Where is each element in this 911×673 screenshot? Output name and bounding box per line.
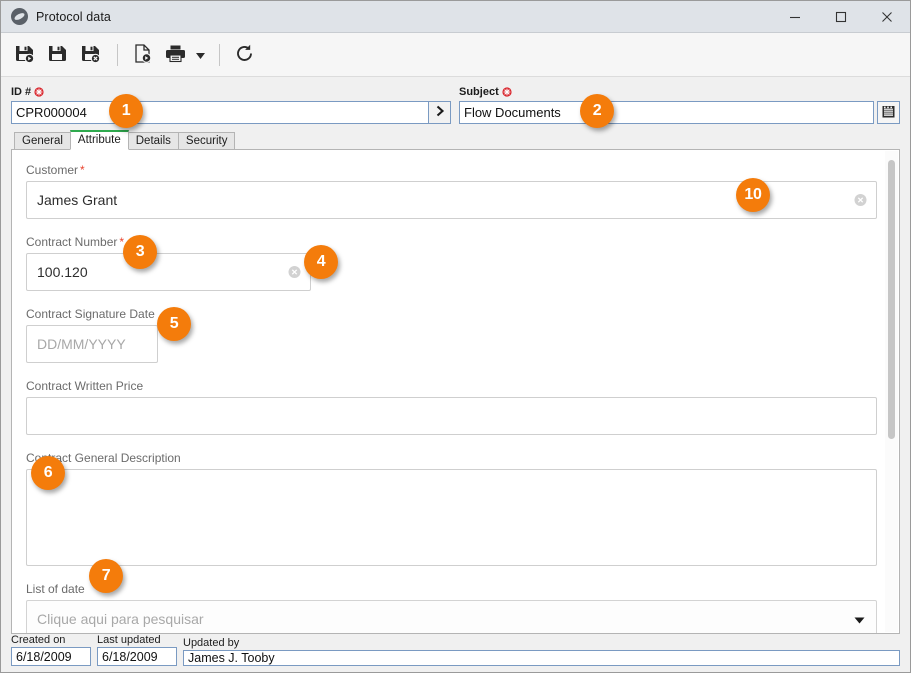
attribute-tab-panel: Customer * James Grant Contract Number *… xyxy=(11,149,900,634)
tab-security[interactable]: Security xyxy=(177,132,236,150)
header-fields-row: ID # CPR000004 Subject Flow Documents xyxy=(11,85,900,124)
print-button[interactable] xyxy=(160,40,190,70)
updated-by-field: Updated by James J. Tooby xyxy=(183,637,900,666)
contract-number-input[interactable]: 100.120 xyxy=(26,253,311,291)
protocol-data-window: Protocol data ID # CPR000004 Subject Flo… xyxy=(0,0,911,673)
notepad-icon xyxy=(881,104,896,122)
tab-strip: General Attribute Details Security xyxy=(11,130,900,150)
updated-by-label: Updated by xyxy=(183,637,240,649)
id-input-group xyxy=(11,101,451,124)
toolbar-separator-2 xyxy=(219,43,220,66)
save-and-new-button[interactable] xyxy=(9,40,39,70)
close-icon[interactable] xyxy=(864,1,910,32)
printer-icon xyxy=(165,43,186,67)
callout-badge-3: 3 xyxy=(123,235,157,269)
new-document-button[interactable] xyxy=(127,40,157,70)
title-bar: Protocol data xyxy=(1,1,910,33)
list-of-date-placeholder: Clique aqui para pesquisar xyxy=(37,611,204,627)
contract-written-price-field: Contract Written Price xyxy=(26,378,877,435)
contract-written-price-input[interactable] xyxy=(26,397,877,435)
form-content: ID # CPR000004 Subject Flow Documents Ge… xyxy=(1,77,910,634)
save-and-close-button[interactable] xyxy=(75,40,105,70)
chevron-down-icon[interactable] xyxy=(854,611,865,627)
clear-circle-icon[interactable] xyxy=(854,194,867,207)
subject-input-group xyxy=(459,101,900,124)
callout-badge-4: 4 xyxy=(304,245,338,279)
print-dropdown-button[interactable] xyxy=(193,40,207,70)
globe-icon xyxy=(11,8,28,25)
id-field-group: ID # xyxy=(11,85,451,124)
callout-badge-1: 1 xyxy=(109,94,143,128)
chevron-right-icon xyxy=(434,105,446,120)
contract-number-label: Contract Number xyxy=(26,234,118,249)
clear-circle-icon[interactable] xyxy=(288,266,301,279)
customer-value: James Grant xyxy=(37,192,118,208)
subject-notepad-button[interactable] xyxy=(877,101,900,124)
customer-label-row: Customer * xyxy=(26,162,877,177)
last-updated-label: Last updated xyxy=(97,634,161,646)
customer-label: Customer xyxy=(26,162,79,177)
contract-general-description-textarea[interactable] xyxy=(26,469,877,566)
list-of-date-label-row: List of date xyxy=(26,581,877,596)
refresh-icon xyxy=(234,43,255,67)
callout-badge-7: 7 xyxy=(89,559,123,593)
id-label: ID # xyxy=(11,86,32,98)
last-updated-value[interactable]: 6/18/2009 xyxy=(97,647,177,666)
callout-badge-6: 6 xyxy=(31,456,65,490)
required-asterisk-icon xyxy=(502,87,512,97)
panel-vertical-scrollbar[interactable] xyxy=(885,151,898,632)
contract-signature-date-placeholder: DD/MM/YYYY xyxy=(37,336,126,352)
save-close-icon xyxy=(80,43,101,67)
created-on-field: Created on 6/18/2009 xyxy=(11,634,91,666)
window-title: Protocol data xyxy=(36,9,111,24)
subject-label-row: Subject xyxy=(459,85,900,99)
subject-input[interactable] xyxy=(459,101,874,124)
status-bar: Created on 6/18/2009 Last updated 6/18/2… xyxy=(1,634,910,672)
contract-signature-date-label-row: Contract Signature Date xyxy=(26,306,877,321)
required-asterisk-icon xyxy=(34,87,44,97)
refresh-button[interactable] xyxy=(229,40,259,70)
callout-badge-2: 2 xyxy=(580,94,614,128)
minimize-icon[interactable] xyxy=(772,1,818,32)
caret-down-icon xyxy=(195,48,205,62)
id-input[interactable] xyxy=(11,101,429,124)
contract-general-description-label-row: Contract General Description xyxy=(26,450,877,465)
save-button[interactable] xyxy=(42,40,72,70)
maximize-icon[interactable] xyxy=(818,1,864,32)
contract-written-price-label-row: Contract Written Price xyxy=(26,378,877,393)
window-controls xyxy=(772,1,910,32)
created-on-label: Created on xyxy=(11,634,66,646)
contract-signature-date-field: Contract Signature Date DD/MM/YYYY xyxy=(26,306,877,363)
tab-general[interactable]: General xyxy=(14,132,71,150)
list-of-date-select[interactable]: Clique aqui para pesquisar xyxy=(26,600,877,633)
callout-badge-10: 10 xyxy=(736,178,770,212)
tab-attribute[interactable]: Attribute xyxy=(69,130,129,150)
required-star: * xyxy=(80,162,85,177)
subject-label: Subject xyxy=(459,86,499,98)
list-of-date-field: List of date Clique aqui para pesquisar xyxy=(26,581,877,633)
toolbar-separator-1 xyxy=(117,43,118,66)
subject-field-group: Subject xyxy=(459,85,900,124)
id-next-button[interactable] xyxy=(429,101,451,124)
list-of-date-label: List of date xyxy=(26,581,85,596)
updated-by-value[interactable]: James J. Tooby xyxy=(183,650,900,666)
save-new-icon xyxy=(14,43,35,67)
contract-signature-date-label: Contract Signature Date xyxy=(26,306,155,321)
tab-details[interactable]: Details xyxy=(127,132,179,150)
contract-number-value: 100.120 xyxy=(37,264,88,280)
attribute-form: Customer * James Grant Contract Number *… xyxy=(12,150,899,633)
new-document-icon xyxy=(132,43,153,67)
id-label-row: ID # xyxy=(11,85,451,99)
created-on-value[interactable]: 6/18/2009 xyxy=(11,647,91,666)
last-updated-field: Last updated 6/18/2009 xyxy=(97,634,177,666)
toolbar xyxy=(1,33,910,77)
contract-written-price-label: Contract Written Price xyxy=(26,378,144,393)
contract-general-description-field: Contract General Description xyxy=(26,450,877,566)
scrollbar-thumb[interactable] xyxy=(888,160,895,439)
save-icon xyxy=(47,43,68,67)
contract-signature-date-input[interactable]: DD/MM/YYYY xyxy=(26,325,158,363)
callout-badge-5: 5 xyxy=(157,307,191,341)
